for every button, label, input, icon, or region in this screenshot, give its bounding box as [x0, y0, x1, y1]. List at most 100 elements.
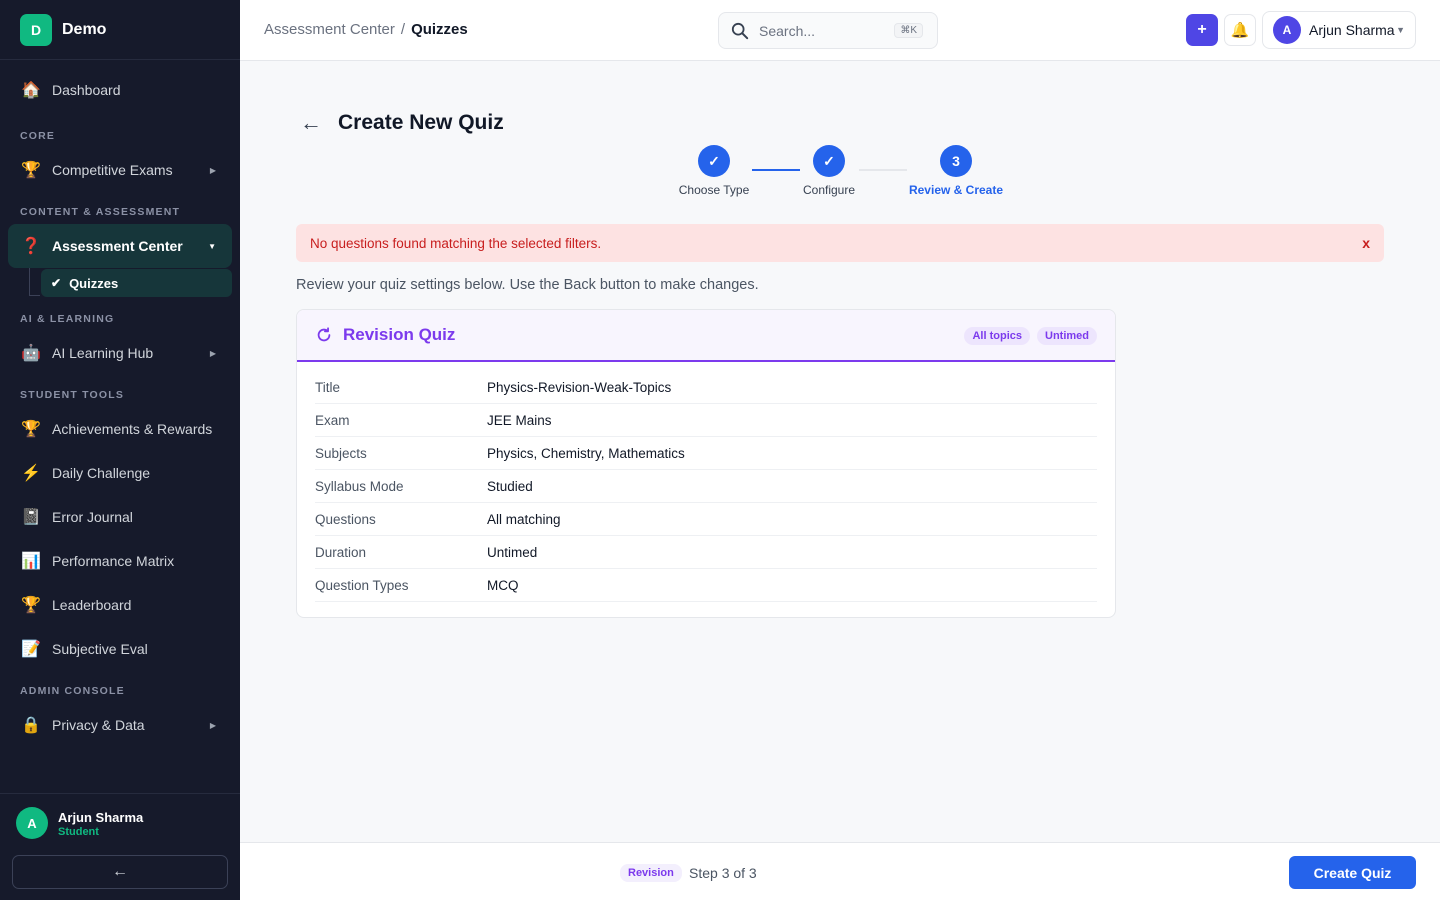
sidebar-item-error-journal[interactable]: 📓 Error Journal	[8, 495, 232, 539]
quiz-type-badge: Revision	[620, 864, 682, 882]
sidebar-item-label: Competitive Exams	[52, 162, 173, 178]
breadcrumb-parent[interactable]: Assessment Center	[264, 21, 395, 38]
chip-untimed: Untimed	[1037, 327, 1097, 345]
lightning-icon: ⚡	[21, 465, 41, 482]
chevron-right-icon: ▶	[209, 720, 216, 730]
sidebar-item-label: Privacy & Data	[52, 717, 145, 733]
notebook-icon: 📓	[21, 509, 41, 526]
sidebar-item-leaderboard[interactable]: 🏆 Leaderboard	[8, 583, 232, 627]
row-value: MCQ	[487, 577, 519, 593]
back-button[interactable]: ←	[300, 110, 322, 136]
sidebar-item-competitive-exams[interactable]: 🏆 Competitive Exams ▶	[8, 148, 232, 192]
trophy-icon: 🏆	[21, 162, 41, 179]
sidebar-subitem-label: Quizzes	[69, 275, 119, 291]
step-2-marker: ✓	[813, 145, 845, 177]
search-input[interactable]: Search... ⌘K	[718, 12, 938, 49]
submenu-guide	[29, 295, 40, 296]
error-alert: No questions found matching the selected…	[296, 224, 1384, 262]
bell-icon: 🔔	[1230, 22, 1250, 39]
avatar[interactable]: A	[16, 807, 48, 839]
settings-row: Syllabus Mode Studied	[315, 470, 1097, 503]
notifications-button[interactable]: 🔔	[1224, 14, 1256, 46]
collapse-sidebar-button[interactable]: ←	[12, 855, 228, 889]
sidebar-item-subjective-eval[interactable]: 📝 Subjective Eval	[8, 627, 232, 671]
trophy-icon: 🏆	[21, 421, 41, 438]
breadcrumb: Assessment Center / Quizzes	[264, 21, 468, 38]
row-value: JEE Mains	[487, 412, 552, 428]
create-quiz-button[interactable]: Create Quiz	[1289, 856, 1416, 889]
sidebar-item-label: AI Learning Hub	[52, 345, 154, 361]
user-menu[interactable]: A Arjun Sharma ▼	[1262, 11, 1416, 49]
quiz-type-title: Revision Quiz	[343, 325, 456, 344]
settings-row: Duration Untimed	[315, 536, 1097, 569]
card-header: Revision Quiz All topics Untimed	[297, 310, 1115, 362]
brand[interactable]: D Demo	[0, 0, 240, 60]
bar-chart-icon: 📊	[21, 553, 41, 570]
sidebar-item-label: Error Journal	[52, 509, 133, 525]
row-key: Exam	[315, 412, 350, 428]
add-button[interactable]: +	[1186, 14, 1218, 46]
search-shortcut: ⌘K	[894, 23, 923, 38]
sidebar-item-label: Daily Challenge	[52, 465, 151, 481]
row-key: Syllabus Mode	[315, 478, 404, 494]
chevron-down-icon: ▼	[208, 241, 216, 251]
row-value: Physics, Chemistry, Mathematics	[487, 445, 685, 461]
settings-list: Title Physics-Revision-Weak-Topics Exam JE…	[297, 362, 1115, 602]
row-value: All matching	[487, 511, 561, 527]
chip-group: All topics Untimed	[964, 327, 1097, 345]
trophy-icon: 🏆	[21, 597, 41, 614]
search-placeholder: Search...	[759, 22, 816, 39]
page-title: Create New Quiz	[338, 111, 504, 134]
sidebar-subitem-quizzes[interactable]: ✔ Quizzes	[41, 269, 232, 297]
top-header: Assessment Center / Quizzes Search... ⌘K…	[240, 0, 1440, 61]
sidebar-item-achievements[interactable]: 🏆 Achievements & Rewards	[8, 407, 232, 451]
section-ai-learning: AI & LEARNING	[20, 313, 115, 325]
settings-row: Exam JEE Mains	[315, 404, 1097, 437]
settings-row: Title Physics-Revision-Weak-Topics	[315, 371, 1097, 404]
sidebar-item-label: Performance Matrix	[52, 553, 175, 569]
wizard-footer: Revision Step 3 of 3 Create Quiz	[240, 842, 1440, 900]
sidebar-item-performance-matrix[interactable]: 📊 Performance Matrix	[8, 539, 232, 583]
sidebar-item-privacy-data[interactable]: 🔒 Privacy & Data ▶	[8, 703, 232, 747]
question-icon: ❓	[21, 238, 41, 255]
sidebar-item-assessment-center[interactable]: ❓ Assessment Center ▼	[8, 224, 232, 268]
arrow-left-icon: ←	[112, 863, 128, 880]
step-3-label: Review & Create	[908, 183, 1004, 197]
chip-all-topics: All topics	[964, 327, 1030, 345]
sidebar-user: A Arjun Sharma Student ←	[0, 793, 240, 900]
plus-icon: +	[1197, 21, 1207, 38]
sidebar-item-ai-learning-hub[interactable]: 🤖 AI Learning Hub ▶	[8, 331, 232, 375]
user-role: Student	[58, 826, 99, 838]
memo-icon: 📝	[21, 641, 41, 658]
section-content-assessment: CONTENT & ASSESSMENT	[20, 206, 181, 218]
row-value: Studied	[487, 478, 533, 494]
close-alert-button[interactable]: x	[1362, 235, 1370, 251]
row-value: Physics-Revision-Weak-Topics	[487, 379, 672, 395]
review-hint: Review your quiz settings below. Use the…	[296, 277, 759, 293]
section-admin-console: ADMIN CONSOLE	[20, 685, 125, 697]
sidebar: D Demo 🏠 Dashboard CORE 🏆 Competitive Ex…	[0, 0, 240, 900]
check-icon: ✔	[51, 276, 62, 290]
refresh-icon	[317, 327, 331, 342]
lock-icon: 🔒	[21, 717, 41, 734]
step-connector	[752, 169, 800, 171]
chevron-right-icon: ▶	[209, 165, 216, 175]
avatar: A	[1273, 16, 1301, 44]
user-name: Arjun Sharma	[58, 810, 144, 825]
settings-row: Question Types MCQ	[315, 569, 1097, 602]
step-connector	[859, 169, 907, 171]
caret-down-icon: ▼	[1396, 25, 1405, 35]
step-3-marker: 3	[940, 145, 972, 177]
submenu-guide	[29, 268, 30, 296]
home-icon: 🏠	[21, 82, 41, 99]
sidebar-item-dashboard[interactable]: 🏠 Dashboard	[8, 68, 232, 112]
brand-logo: D	[20, 13, 52, 46]
sidebar-item-label: Dashboard	[52, 82, 121, 98]
section-core: CORE	[20, 130, 56, 142]
brand-name: Demo	[62, 20, 107, 38]
sidebar-item-daily-challenge[interactable]: ⚡ Daily Challenge	[8, 451, 232, 495]
sidebar-item-label: Leaderboard	[52, 597, 132, 613]
settings-row: Questions All matching	[315, 503, 1097, 536]
step-1-marker: ✓	[698, 145, 730, 177]
search-icon	[731, 22, 749, 39]
